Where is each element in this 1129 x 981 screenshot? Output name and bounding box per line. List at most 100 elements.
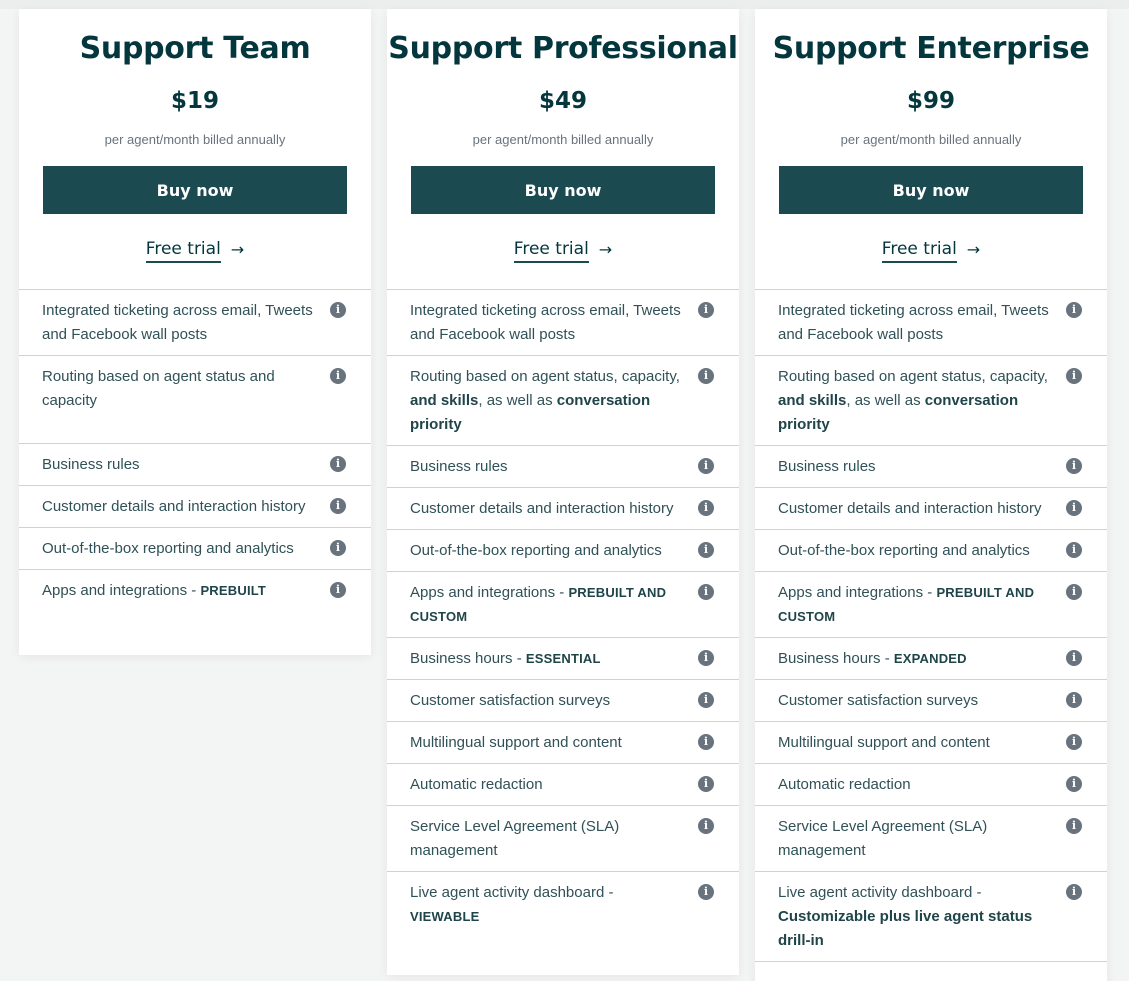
feature-row: Integrated ticketing across email, Tweet…	[19, 290, 371, 356]
plan-header: Support Professional $49 per agent/month…	[387, 9, 739, 290]
plan-title: Support Enterprise	[772, 31, 1090, 66]
plan-card-support-enterprise: Support Enterprise $99 per agent/month b…	[755, 9, 1107, 981]
plan-card-support-professional: Support Professional $49 per agent/month…	[387, 9, 739, 975]
feature-row: Business hours - ESSENTIAL i	[387, 638, 739, 680]
info-icon[interactable]: i	[1066, 368, 1082, 384]
feature-text: Multilingual support and content	[778, 734, 990, 751]
feature-list: Integrated ticketing across email, Tweet…	[755, 290, 1107, 962]
info-icon[interactable]: i	[1066, 458, 1082, 474]
feature-text: Automatic redaction	[410, 776, 543, 793]
feature-text: Service Level Agreement (SLA) management	[778, 818, 988, 859]
feature-row: Integrated ticketing across email, Tweet…	[387, 290, 739, 356]
info-icon[interactable]: i	[330, 368, 346, 384]
info-icon[interactable]: i	[698, 542, 714, 558]
plan-price: $99	[906, 88, 955, 114]
feature-text: Integrated ticketing across email, Tweet…	[42, 302, 313, 343]
buy-now-button[interactable]: Buy now	[43, 166, 347, 214]
feature-row: Customer satisfaction surveys i	[755, 680, 1107, 722]
info-icon[interactable]: i	[330, 498, 346, 514]
info-icon[interactable]: i	[698, 584, 714, 600]
info-icon[interactable]: i	[1066, 584, 1082, 600]
info-icon[interactable]: i	[1066, 302, 1082, 318]
info-icon[interactable]: i	[698, 368, 714, 384]
feature-text: Live agent activity dashboard -	[778, 884, 982, 901]
arrow-right-icon: →	[230, 239, 245, 259]
plan-header: Support Team $19 per agent/month billed …	[19, 9, 371, 290]
buy-now-button[interactable]: Buy now	[411, 166, 715, 214]
free-trial-link[interactable]: Free trial →	[19, 239, 371, 263]
feature-list: Integrated ticketing across email, Tweet…	[387, 290, 739, 960]
feature-row: Service Level Agreement (SLA) management…	[387, 806, 739, 872]
feature-row: Multilingual support and content i	[755, 722, 1107, 764]
feature-row: Customer satisfaction surveys i	[387, 680, 739, 722]
plan-price: $49	[538, 88, 587, 114]
free-trial-label: Free trial	[145, 239, 221, 263]
info-icon[interactable]: i	[330, 540, 346, 556]
billing-note: per agent/month billed annually	[840, 132, 1022, 147]
info-icon[interactable]: i	[1066, 542, 1082, 558]
feature-row: Service Level Agreement (SLA) management…	[755, 806, 1107, 872]
info-icon[interactable]: i	[330, 456, 346, 472]
feature-row: Business rules i	[19, 444, 371, 486]
billing-note: per agent/month billed annually	[472, 132, 654, 147]
feature-row: Integrated ticketing across email, Tweet…	[755, 290, 1107, 356]
feature-text: Out-of-the-box reporting and analytics	[42, 540, 294, 557]
top-band	[0, 0, 1129, 9]
feature-text: Business rules	[410, 458, 508, 475]
info-icon[interactable]: i	[698, 692, 714, 708]
info-icon[interactable]: i	[698, 818, 714, 834]
feature-row: Automatic redaction i	[755, 764, 1107, 806]
info-icon[interactable]: i	[698, 500, 714, 516]
info-icon[interactable]: i	[1066, 500, 1082, 516]
info-icon[interactable]: i	[1066, 776, 1082, 792]
plan-price: $19	[170, 88, 219, 114]
feature-highlight: and skills	[778, 392, 847, 409]
info-icon[interactable]: i	[698, 458, 714, 474]
feature-text: Service Level Agreement (SLA) management	[410, 818, 620, 859]
feature-row: Routing based on agent status, capacity,…	[387, 356, 739, 446]
feature-highlight: Customizable plus live agent status dril…	[778, 908, 1033, 949]
feature-row: Routing based on agent status, capacity,…	[755, 356, 1107, 446]
billing-note: per agent/month billed annually	[104, 132, 286, 147]
info-icon[interactable]: i	[698, 734, 714, 750]
feature-text: , as well as	[478, 392, 557, 409]
feature-text: Apps and integrations -	[410, 584, 569, 601]
info-icon[interactable]: i	[330, 582, 346, 598]
plan-header: Support Enterprise $99 per agent/month b…	[755, 9, 1107, 290]
feature-row: Live agent activity dashboard - Customiz…	[755, 872, 1107, 962]
free-trial-label: Free trial	[513, 239, 589, 263]
info-icon[interactable]: i	[698, 776, 714, 792]
info-icon[interactable]: i	[698, 884, 714, 900]
info-icon[interactable]: i	[330, 302, 346, 318]
feature-row: Out-of-the-box reporting and analytics i	[755, 530, 1107, 572]
buy-now-button[interactable]: Buy now	[779, 166, 1083, 214]
free-trial-link[interactable]: Free trial →	[755, 239, 1107, 263]
info-icon[interactable]: i	[1066, 734, 1082, 750]
feature-row: Automatic redaction i	[387, 764, 739, 806]
arrow-right-icon: →	[966, 239, 981, 259]
feature-text: Apps and integrations -	[42, 582, 201, 599]
feature-highlight: PREBUILT	[200, 583, 267, 598]
info-icon[interactable]: i	[1066, 818, 1082, 834]
info-icon[interactable]: i	[698, 650, 714, 666]
free-trial-link[interactable]: Free trial →	[387, 239, 739, 263]
feature-row: Business rules i	[387, 446, 739, 488]
info-icon[interactable]: i	[1066, 650, 1082, 666]
info-icon[interactable]: i	[1066, 692, 1082, 708]
plan-card-support-team: Support Team $19 per agent/month billed …	[19, 9, 371, 655]
feature-row: Routing based on agent status and capaci…	[19, 356, 371, 444]
feature-row: Apps and integrations - PREBUILT AND CUS…	[755, 572, 1107, 638]
feature-text: Business hours -	[410, 650, 526, 667]
plan-title: Support Professional	[388, 31, 738, 66]
feature-text: Integrated ticketing across email, Tweet…	[778, 302, 1049, 343]
feature-text: Routing based on agent status and capaci…	[42, 368, 275, 409]
feature-text: Business rules	[42, 456, 140, 473]
feature-highlight: and skills	[410, 392, 479, 409]
feature-text: Integrated ticketing across email, Tweet…	[410, 302, 681, 343]
feature-text: Live agent activity dashboard -	[410, 884, 614, 901]
info-icon[interactable]: i	[1066, 884, 1082, 900]
feature-row: Business hours - EXPANDED i	[755, 638, 1107, 680]
feature-list: Integrated ticketing across email, Tweet…	[19, 290, 371, 634]
arrow-right-icon: →	[598, 239, 613, 259]
info-icon[interactable]: i	[698, 302, 714, 318]
